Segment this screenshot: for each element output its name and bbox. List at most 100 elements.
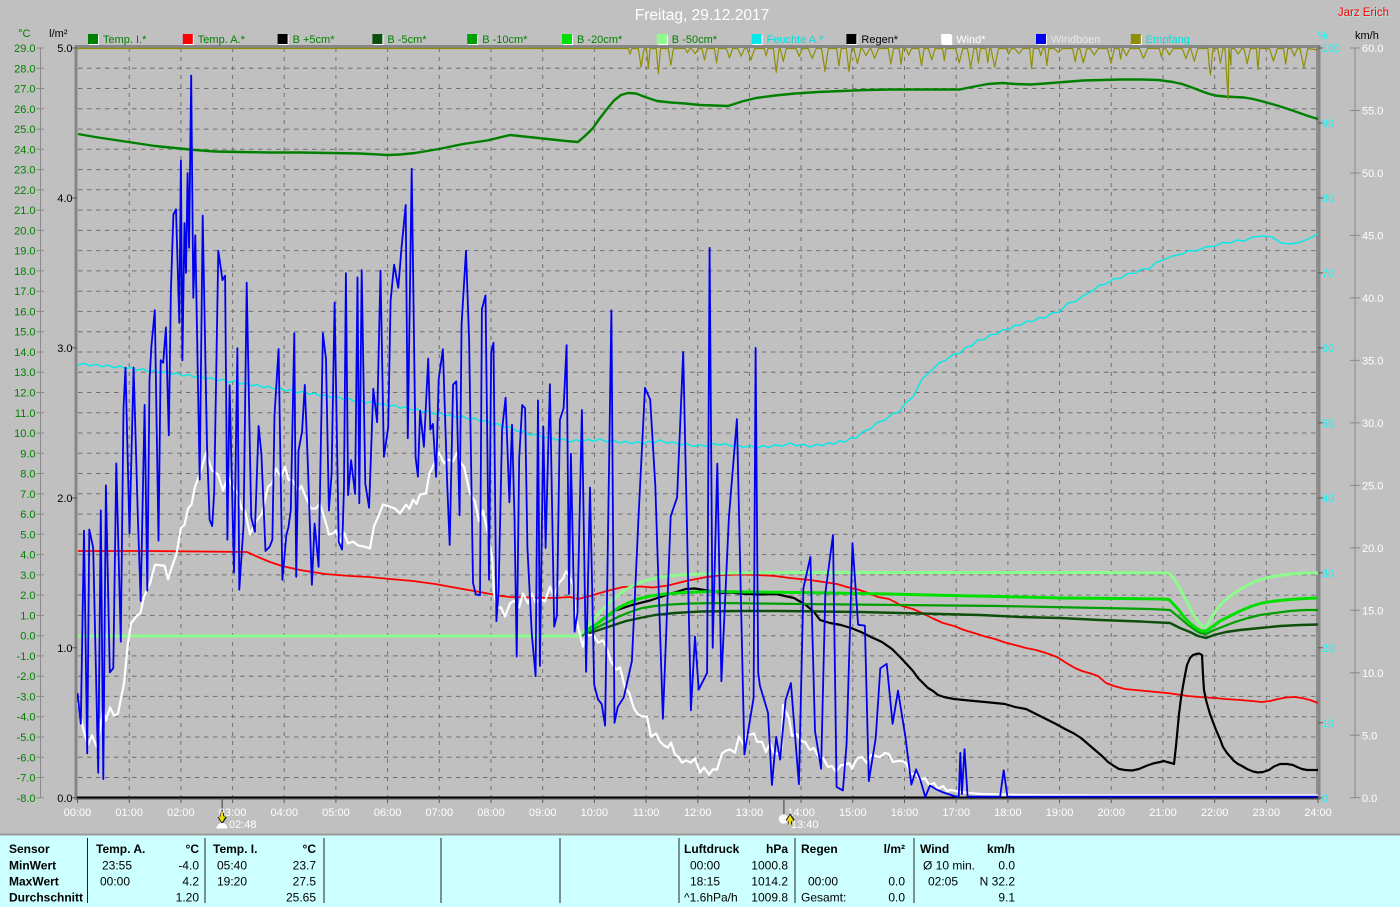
svg-text:Jarz Erich: Jarz Erich bbox=[1338, 7, 1389, 19]
svg-text:13.0: 13.0 bbox=[14, 367, 35, 379]
svg-text:20.0: 20.0 bbox=[14, 225, 35, 237]
svg-text:40: 40 bbox=[1322, 493, 1334, 505]
svg-text:80: 80 bbox=[1322, 193, 1334, 205]
svg-text:0.0: 0.0 bbox=[888, 875, 905, 889]
svg-text:14.0: 14.0 bbox=[14, 347, 35, 359]
svg-text:1.0: 1.0 bbox=[57, 643, 72, 655]
svg-text:Feuchte A.*: Feuchte A.* bbox=[767, 34, 825, 46]
svg-text:21:00: 21:00 bbox=[1149, 807, 1177, 819]
svg-text:00:00: 00:00 bbox=[808, 875, 838, 889]
svg-text:02:48: 02:48 bbox=[229, 819, 257, 831]
svg-text:7.0: 7.0 bbox=[20, 489, 35, 501]
svg-text:50: 50 bbox=[1322, 418, 1334, 430]
svg-text:23.7: 23.7 bbox=[293, 859, 317, 873]
svg-text:16:00: 16:00 bbox=[891, 807, 919, 819]
svg-text:18.0: 18.0 bbox=[14, 266, 35, 278]
svg-text:1.20: 1.20 bbox=[176, 891, 200, 905]
svg-text:05:00: 05:00 bbox=[322, 807, 350, 819]
svg-text:5.0: 5.0 bbox=[20, 529, 35, 541]
svg-text:°C: °C bbox=[18, 28, 30, 40]
svg-text:28.0: 28.0 bbox=[14, 63, 35, 75]
svg-text:10.0: 10.0 bbox=[14, 428, 35, 440]
svg-text:07:00: 07:00 bbox=[426, 807, 454, 819]
svg-text:-3.0: -3.0 bbox=[17, 691, 36, 703]
svg-text:01:00: 01:00 bbox=[115, 807, 143, 819]
svg-text:27.5: 27.5 bbox=[293, 875, 317, 889]
svg-text:02:00: 02:00 bbox=[167, 807, 195, 819]
svg-text:70: 70 bbox=[1322, 268, 1334, 280]
svg-text:24.0: 24.0 bbox=[14, 144, 35, 156]
svg-text:l/m²: l/m² bbox=[49, 28, 68, 40]
svg-text:1000.8: 1000.8 bbox=[751, 859, 788, 873]
svg-text:km/h: km/h bbox=[987, 842, 1015, 856]
svg-text:-1.0: -1.0 bbox=[17, 651, 36, 663]
svg-text:1014.2: 1014.2 bbox=[751, 875, 788, 889]
svg-text:20.0: 20.0 bbox=[1362, 543, 1383, 555]
svg-text:B -20cm*: B -20cm* bbox=[577, 34, 623, 46]
svg-text:Windböen: Windböen bbox=[1051, 34, 1101, 46]
svg-text:0.0: 0.0 bbox=[20, 631, 35, 643]
svg-text:17:00: 17:00 bbox=[942, 807, 970, 819]
svg-text:21.0: 21.0 bbox=[14, 205, 35, 217]
svg-text:Luftdruck: Luftdruck bbox=[684, 842, 740, 856]
svg-text:0.0: 0.0 bbox=[998, 859, 1015, 873]
svg-text:23:00: 23:00 bbox=[1253, 807, 1281, 819]
svg-text:5.0: 5.0 bbox=[1362, 730, 1377, 742]
svg-text:Wind*: Wind* bbox=[956, 34, 986, 46]
svg-text:N 32.2: N 32.2 bbox=[980, 875, 1016, 889]
svg-text:26.0: 26.0 bbox=[14, 104, 35, 116]
svg-text:10:00: 10:00 bbox=[581, 807, 609, 819]
svg-text:B -10cm*: B -10cm* bbox=[482, 34, 528, 46]
svg-text:10.0: 10.0 bbox=[1362, 668, 1383, 680]
svg-text:B -5cm*: B -5cm* bbox=[387, 34, 427, 46]
svg-text:55.0: 55.0 bbox=[1362, 105, 1383, 117]
svg-text:22.0: 22.0 bbox=[14, 185, 35, 197]
svg-text:10: 10 bbox=[1322, 718, 1334, 730]
svg-text:°C: °C bbox=[186, 842, 200, 856]
svg-text:30.0: 30.0 bbox=[1362, 418, 1383, 430]
svg-text:17.0: 17.0 bbox=[14, 286, 35, 298]
svg-text:25.0: 25.0 bbox=[1362, 480, 1383, 492]
svg-text:100: 100 bbox=[1322, 43, 1340, 55]
svg-text:4.0: 4.0 bbox=[57, 193, 72, 205]
svg-text:0.0: 0.0 bbox=[1362, 793, 1377, 805]
svg-text:MinWert: MinWert bbox=[9, 859, 56, 873]
svg-text:16.0: 16.0 bbox=[14, 306, 35, 318]
svg-text:35.0: 35.0 bbox=[1362, 355, 1383, 367]
svg-text:20: 20 bbox=[1322, 643, 1334, 655]
svg-text:19.0: 19.0 bbox=[14, 246, 35, 258]
svg-text:Temp. A.*: Temp. A.* bbox=[198, 34, 246, 46]
svg-text:22:00: 22:00 bbox=[1201, 807, 1229, 819]
svg-text:00:00: 00:00 bbox=[100, 875, 130, 889]
svg-text:0: 0 bbox=[1322, 793, 1328, 805]
svg-text:20:00: 20:00 bbox=[1097, 807, 1125, 819]
svg-text:9.1: 9.1 bbox=[998, 891, 1015, 905]
svg-text:Regen: Regen bbox=[801, 842, 838, 856]
svg-text:Regen*: Regen* bbox=[861, 34, 898, 46]
svg-text:%: % bbox=[1318, 30, 1328, 42]
svg-text:-6.0: -6.0 bbox=[17, 752, 36, 764]
svg-text:Temp. A.: Temp. A. bbox=[96, 842, 145, 856]
svg-text:-7.0: -7.0 bbox=[17, 773, 36, 785]
svg-text:6.0: 6.0 bbox=[20, 509, 35, 521]
svg-text:2.0: 2.0 bbox=[57, 493, 72, 505]
svg-text:06:00: 06:00 bbox=[374, 807, 402, 819]
svg-text:B +5cm*: B +5cm* bbox=[293, 34, 336, 46]
svg-text:Temp. I.*: Temp. I.* bbox=[103, 34, 147, 46]
svg-text:hPa: hPa bbox=[766, 842, 788, 856]
svg-text:04:00: 04:00 bbox=[270, 807, 298, 819]
svg-text:4.0: 4.0 bbox=[20, 550, 35, 562]
svg-text:00:00: 00:00 bbox=[64, 807, 92, 819]
svg-text:90: 90 bbox=[1322, 118, 1334, 130]
svg-text:°C: °C bbox=[303, 842, 317, 856]
svg-text:4.2: 4.2 bbox=[182, 875, 199, 889]
svg-text:MaxWert: MaxWert bbox=[9, 875, 59, 889]
svg-text:50.0: 50.0 bbox=[1362, 168, 1383, 180]
svg-text:60: 60 bbox=[1322, 343, 1334, 355]
svg-text:Empfang: Empfang bbox=[1146, 34, 1190, 46]
svg-text:-5.0: -5.0 bbox=[17, 732, 36, 744]
svg-text:Gesamt:: Gesamt: bbox=[801, 891, 846, 905]
svg-text:9.0: 9.0 bbox=[20, 448, 35, 460]
svg-text:2.0: 2.0 bbox=[20, 590, 35, 602]
svg-text:29.0: 29.0 bbox=[14, 43, 35, 55]
